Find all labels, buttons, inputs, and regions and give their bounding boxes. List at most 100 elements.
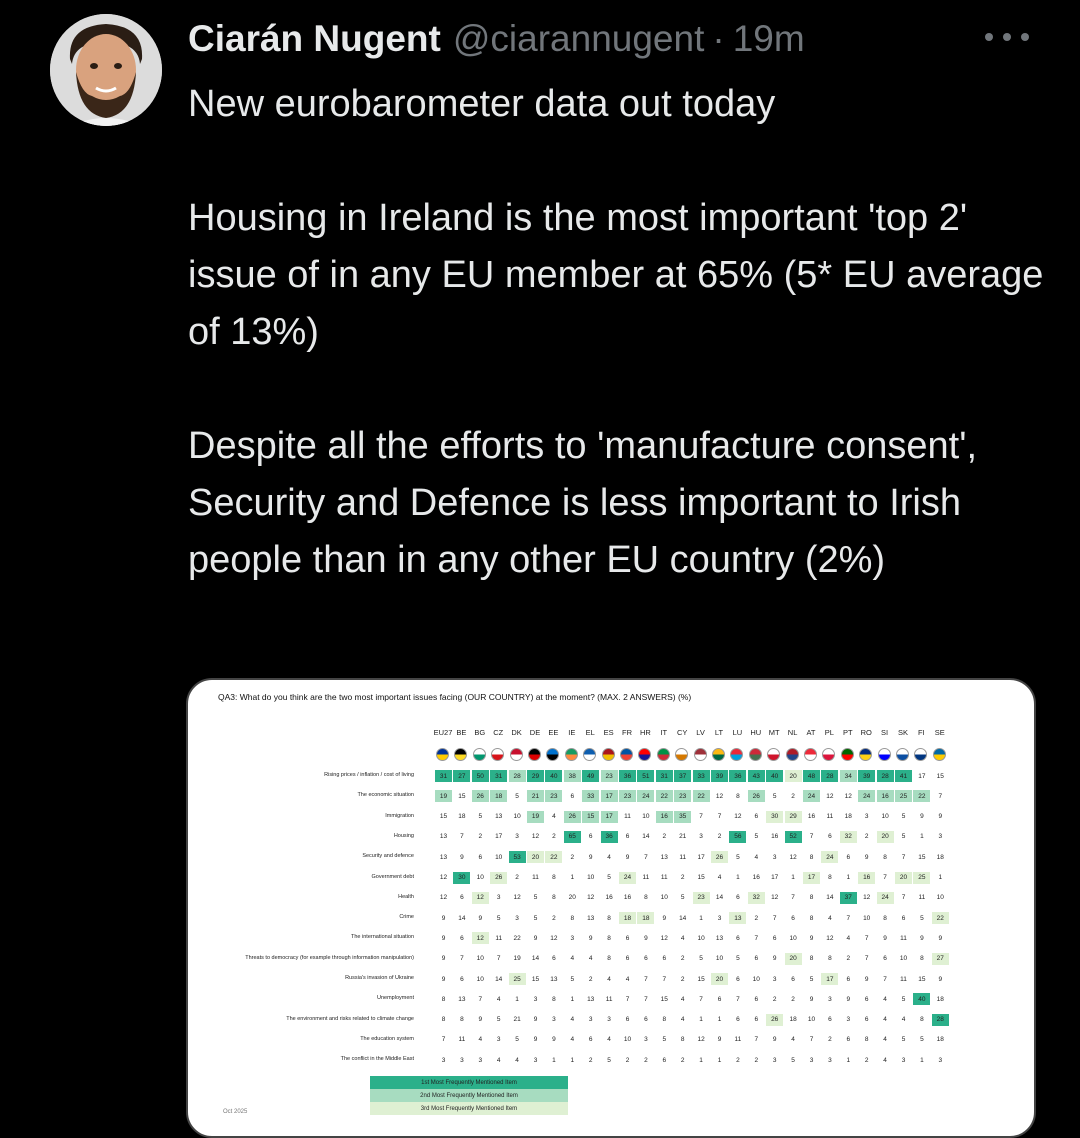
table-cell: 5 <box>533 914 538 922</box>
table-cell: 9 <box>938 813 943 821</box>
table-cell: 2 <box>736 1056 740 1064</box>
table-cell: 3 <box>533 995 538 1003</box>
tweet-media-image[interactable]: QA3: What do you think are the two most … <box>186 678 1036 1138</box>
flag-icon <box>528 748 541 761</box>
table-cell: 7 <box>846 914 851 922</box>
table-cell: 17 <box>821 973 839 985</box>
table-cell: 17 <box>803 871 820 884</box>
table-cell: 19 <box>527 810 544 823</box>
table-cell: 9 <box>441 955 446 963</box>
table-cell: 4 <box>570 1036 575 1044</box>
table-cell: 65 <box>563 830 581 843</box>
table-cell: 4 <box>883 1056 887 1064</box>
column-header: HR <box>639 728 651 737</box>
table-cell: 7 <box>938 792 943 800</box>
table-cell: 36 <box>600 830 618 843</box>
tweet-header: Ciarán Nugent @ciarannugent · 19m <box>188 18 805 64</box>
more-options-icon[interactable] <box>985 22 1029 52</box>
table-cell: 2 <box>717 833 722 841</box>
table-cell: 6 <box>901 914 906 922</box>
table-cell: 3 <box>846 1016 851 1024</box>
column-header: IE <box>568 728 576 737</box>
author-handle[interactable]: @ciarannugent <box>453 18 705 60</box>
table-cell: 1 <box>552 1056 556 1064</box>
table-cell: 2 <box>552 833 556 841</box>
table-cell: 12 <box>439 894 448 902</box>
table-cell: 14 <box>458 914 466 922</box>
table-cell: 15 <box>697 874 705 881</box>
table-cell: 28 <box>931 1013 949 1026</box>
more-dot <box>985 33 993 41</box>
table-cell: 6 <box>864 1016 869 1024</box>
table-cell: 3 <box>533 1056 538 1064</box>
table-cell: 40 <box>913 993 931 1006</box>
table-cell: 15 <box>918 853 926 861</box>
table-cell: 12 <box>587 894 595 902</box>
table-cell: 24 <box>803 790 820 803</box>
table-cell: 9 <box>441 914 446 922</box>
table-cell: 1 <box>717 1016 722 1024</box>
table-cell: 9 <box>441 975 446 983</box>
row-label: Crime <box>399 914 414 921</box>
table-cell: 3 <box>588 1016 593 1024</box>
table-cell: 3 <box>552 1016 556 1024</box>
table-cell: 11 <box>495 934 503 942</box>
column-header: CY <box>676 728 688 737</box>
table-cell: 7 <box>644 853 648 861</box>
table-cell: 12 <box>789 853 797 861</box>
table-cell: 16 <box>858 871 876 884</box>
flag-icon <box>454 748 468 761</box>
table-cell: 30 <box>453 871 471 884</box>
table-cell: 7 <box>460 833 464 841</box>
table-cell: 9 <box>864 975 869 983</box>
row-label: Health <box>398 893 414 900</box>
table-cell: 7 <box>809 1036 814 1044</box>
table-cell: 6 <box>570 792 575 800</box>
timestamp[interactable]: 19m <box>733 18 805 60</box>
table-cell: 6 <box>883 955 887 963</box>
table-cell: 10 <box>789 934 797 942</box>
row-label: Rising prices / inflation / cost of livi… <box>324 772 414 778</box>
table-cell: 8 <box>607 955 611 963</box>
table-cell: 5 <box>920 1036 924 1044</box>
table-cell: 2 <box>772 995 777 1003</box>
table-cell: 15 <box>458 792 466 800</box>
table-cell: 17 <box>495 833 503 841</box>
table-cell: 8 <box>920 1016 924 1024</box>
table-cell: 9 <box>938 934 943 942</box>
flag-icon <box>840 748 854 761</box>
column-header: SI <box>881 728 889 737</box>
table-cell: 7 <box>754 934 759 942</box>
table-cell: 4 <box>791 1036 795 1044</box>
table-cell: 7 <box>883 975 887 983</box>
table-cell: 22 <box>655 790 673 803</box>
table-cell: 12 <box>513 894 521 902</box>
table-cell: 27 <box>931 952 949 965</box>
table-cell: 1 <box>699 1016 703 1024</box>
table-cell: 9 <box>920 813 924 821</box>
table-cell: 12 <box>439 874 448 881</box>
table-cell: 6 <box>717 995 722 1003</box>
table-cell: 16 <box>605 894 613 902</box>
table-cell: 9 <box>809 995 814 1003</box>
table-cell: 8 <box>607 914 611 922</box>
table-cell: 9 <box>717 1036 722 1044</box>
flag-icon <box>712 748 725 761</box>
table-cell: 3 <box>901 1056 906 1064</box>
table-cell: 26 <box>766 1013 784 1026</box>
column-header: SK <box>897 728 908 737</box>
table-cell: 29 <box>784 810 802 823</box>
table-cell: 6 <box>644 955 648 963</box>
avatar[interactable] <box>50 14 162 126</box>
table-cell: 6 <box>828 833 832 841</box>
flag-icon <box>583 748 597 761</box>
table-question: QA3: What do you think are the two most … <box>218 692 692 702</box>
table-cell: 1 <box>699 1056 703 1064</box>
author-name[interactable]: Ciarán Nugent <box>188 18 441 60</box>
flag-icon <box>546 748 560 761</box>
table-cell: 8 <box>864 1036 869 1044</box>
table-cell: 8 <box>441 1016 446 1024</box>
table-cell: 2 <box>680 955 685 963</box>
column-header: DE <box>529 728 541 737</box>
table-cell: 6 <box>828 1016 832 1024</box>
